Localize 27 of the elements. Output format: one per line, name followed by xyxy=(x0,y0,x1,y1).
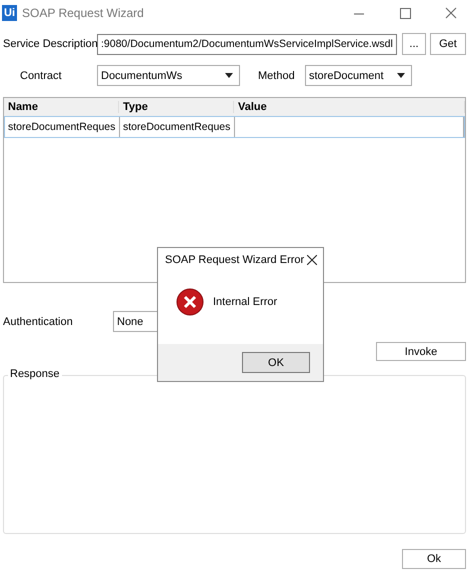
table-row[interactable]: storeDocumentReques storeDocumentReques xyxy=(4,116,465,138)
invoke-button[interactable]: Invoke xyxy=(376,342,466,361)
error-icon xyxy=(176,288,204,316)
table-cell: storeDocumentReques xyxy=(120,117,235,137)
field-label: Service Description xyxy=(3,38,97,50)
method-dropdown[interactable]: storeDocument xyxy=(305,65,412,86)
close-icon[interactable] xyxy=(307,255,317,265)
browse-button[interactable]: ... xyxy=(402,33,426,55)
ok-button[interactable]: Ok xyxy=(402,549,466,569)
dialog-ok-button[interactable]: OK xyxy=(242,352,310,373)
dropdown-arrow-icon xyxy=(225,73,233,78)
app-logo: Ui xyxy=(2,5,17,21)
table-cell: storeDocumentReques xyxy=(5,117,120,137)
service-description-field[interactable]: :9080/Documentum2/DocumentumWsServiceImplService.wsdl xyxy=(97,34,397,54)
field-label: Contract xyxy=(19,70,63,82)
dialog-title: SOAP Request Wizard Error xyxy=(165,254,304,266)
column-header[interactable]: Name xyxy=(4,101,119,113)
column-header[interactable]: Type xyxy=(119,101,234,113)
contract-dropdown[interactable]: DocumentumWs xyxy=(97,65,240,86)
error-message: Internal Error xyxy=(213,296,278,308)
get-button[interactable]: Get xyxy=(430,33,466,55)
group-label: Response xyxy=(8,368,62,380)
column-header[interactable]: Value xyxy=(234,101,465,113)
field-label: Method xyxy=(258,70,296,82)
window-title: SOAP Request Wizard xyxy=(22,6,145,20)
dropdown-arrow-icon xyxy=(397,73,405,78)
field-label: Authentication xyxy=(3,316,74,328)
